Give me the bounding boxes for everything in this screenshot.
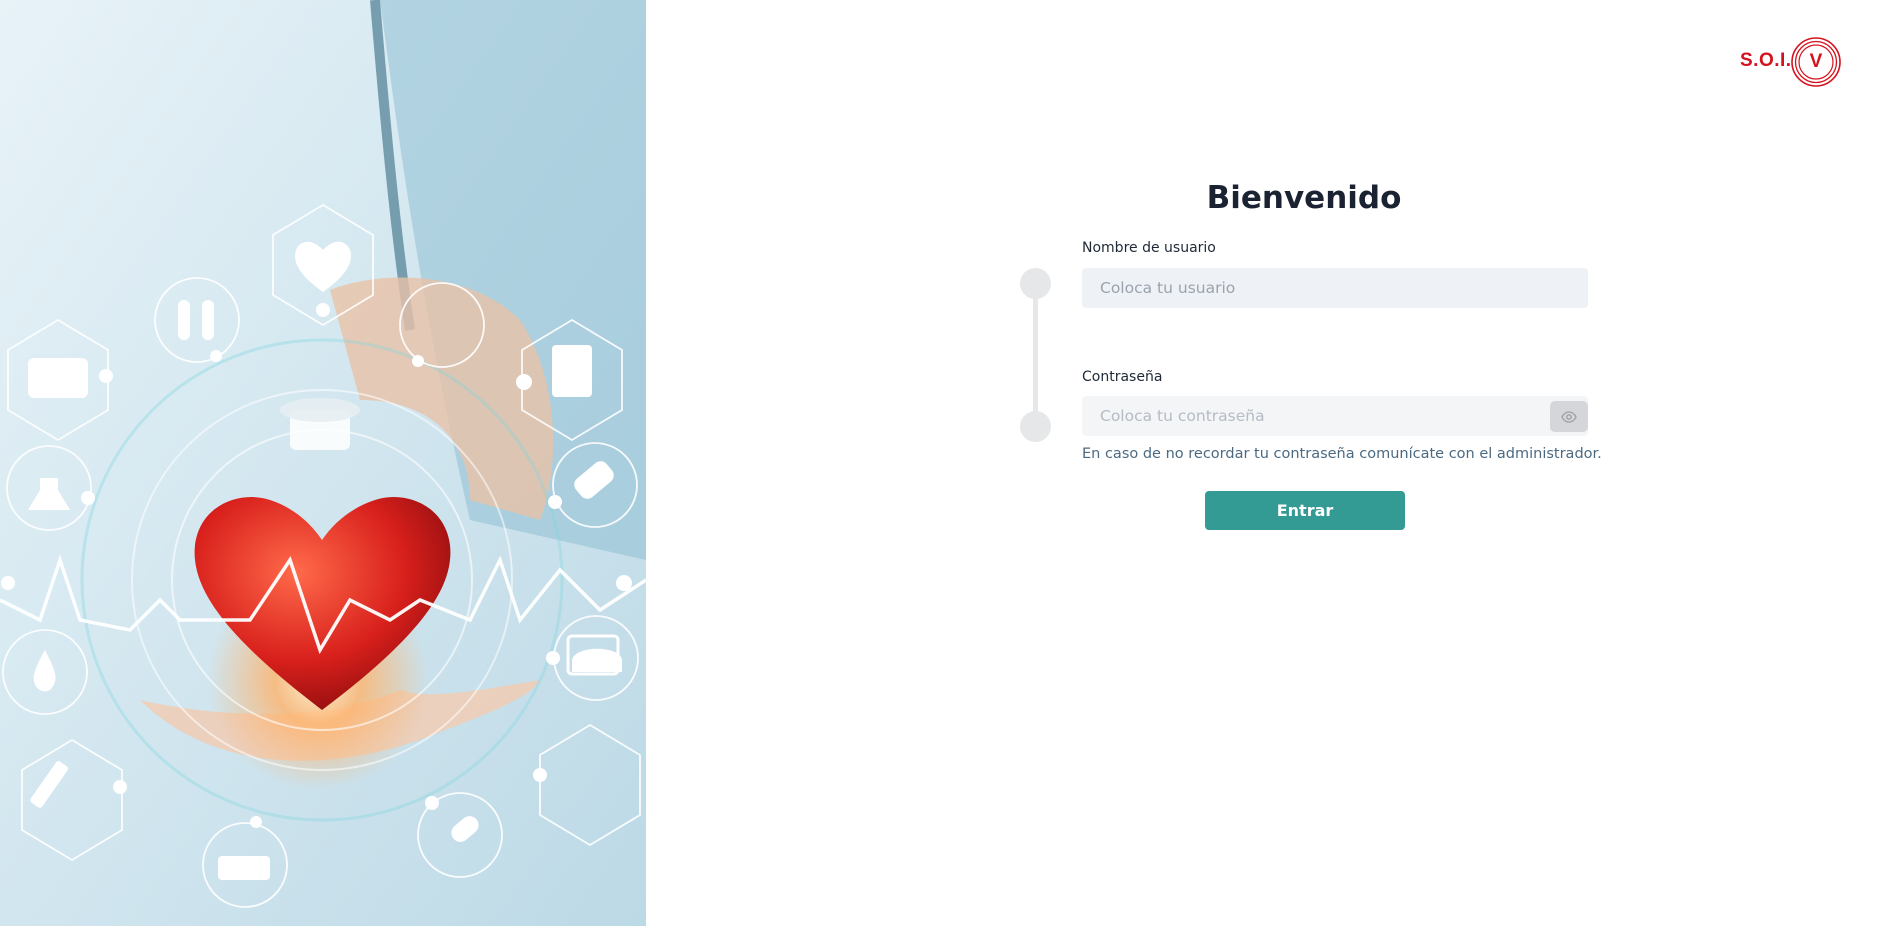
show-password-button[interactable] xyxy=(1550,401,1588,432)
username-input[interactable] xyxy=(1082,268,1588,308)
soiv-logo: S.O.I. V xyxy=(1740,36,1842,88)
password-label: Contraseña xyxy=(1082,369,1163,385)
username-label: Nombre de usuario xyxy=(1082,240,1216,256)
page-title: Bienvenido xyxy=(1206,180,1402,216)
login-page: S.O.I. V Bienvenido Nombre de usuario Co… xyxy=(0,0,1879,926)
logo-letter: V xyxy=(1809,51,1823,72)
logo-text: S.O.I. xyxy=(1740,50,1792,71)
eye-icon xyxy=(1561,410,1577,423)
stepper-dot-password xyxy=(1020,411,1051,442)
hero-image xyxy=(0,0,646,926)
stepper-line xyxy=(1033,284,1038,424)
forgot-password-hint: En caso de no recordar tu contraseña com… xyxy=(1082,446,1602,462)
stepper-dot-username xyxy=(1020,268,1051,299)
password-input[interactable] xyxy=(1082,396,1588,436)
form-stepper xyxy=(1020,266,1052,444)
medical-illustration xyxy=(0,0,646,926)
login-button[interactable]: Entrar xyxy=(1205,491,1405,530)
